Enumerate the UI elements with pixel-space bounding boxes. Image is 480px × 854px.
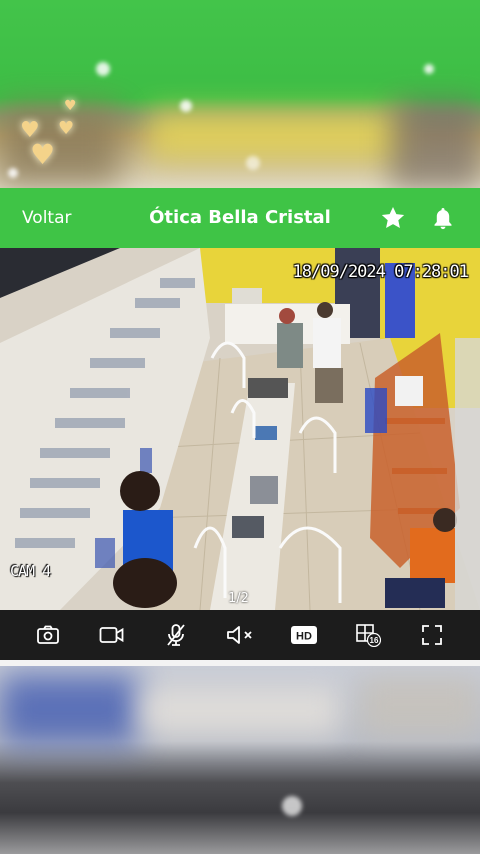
playback-toolbar: HD 16 [0,610,480,660]
snapshot-button[interactable] [33,620,63,650]
fullscreen-button[interactable] [417,620,447,650]
speaker-muted-icon [227,626,252,644]
grid-16-icon: 16 [356,624,381,647]
hearts-decoration: ♥ ♥ ♥ ♥ [20,98,77,171]
quality-button[interactable]: HD [289,620,319,650]
grid-count-label: 16 [370,636,379,645]
camera-icon [37,625,59,644]
bell-icon[interactable] [429,204,457,232]
record-button[interactable] [97,620,127,650]
audio-button[interactable] [225,620,255,650]
hd-icon: HD [291,626,317,644]
app-screen: ♥ ♥ ♥ ♥ Voltar Ótica Bella Cristal 18/09… [0,0,480,854]
app-header: Voltar Ótica Bella Cristal [0,188,480,248]
multi-view-button[interactable]: 16 [353,620,383,650]
blurred-background-top: ♥ ♥ ♥ ♥ [0,0,480,188]
store-scene [0,248,480,610]
hd-label: HD [296,631,312,643]
star-icon[interactable] [379,204,407,232]
video-page-indicator: 1/2 [228,591,249,606]
camera-feed[interactable]: 18/09/2024 07:28:01 CAM 4 1/2 [0,248,480,610]
fullscreen-icon [422,625,442,645]
camera-label: CAM 4 [10,562,51,580]
microphone-button[interactable] [161,620,191,650]
video-camera-icon [99,627,124,643]
microphone-muted-icon [167,624,185,646]
blurred-background-bottom [0,666,480,854]
video-timestamp: 18/09/2024 07:28:01 [292,262,469,282]
page-title: Ótica Bella Cristal [149,207,331,228]
